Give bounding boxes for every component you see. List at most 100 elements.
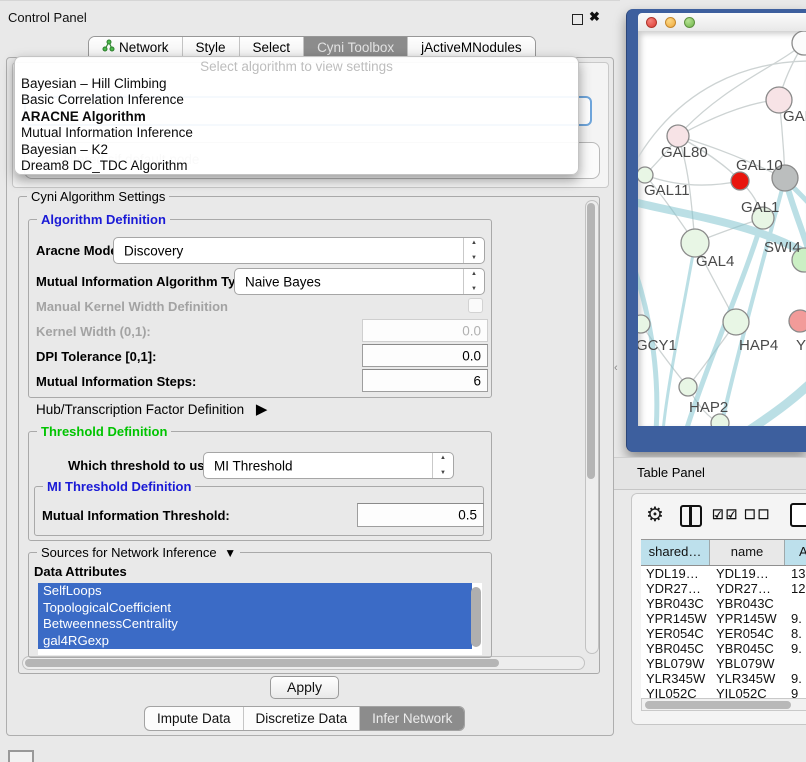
settings-horizontal-scrollbar-thumb[interactable]: [25, 659, 499, 667]
expand-right-arrow-icon[interactable]: ▶: [256, 401, 268, 418]
kernel-width-label: Kernel Width (0,1):: [36, 324, 151, 339]
settings-vertical-scrollbar[interactable]: [585, 200, 599, 654]
cell-shared: YPR145W: [646, 611, 714, 626]
collapse-down-arrow-icon[interactable]: ▼: [224, 546, 236, 560]
label-gcy1: GCY1: [638, 337, 677, 354]
dropdown-item-bayesian-k2[interactable]: Bayesian – K2: [21, 142, 108, 158]
mi-threshold-field[interactable]: 0.5: [357, 503, 484, 527]
close-icon[interactable]: ✖: [589, 9, 600, 25]
table-row[interactable]: YBR043CYBR043C: [641, 596, 806, 611]
node-gcy1[interactable]: [638, 315, 650, 333]
algorithm-definition-title: Algorithm Definition: [37, 212, 170, 227]
window-zoom-icon[interactable]: [684, 17, 695, 28]
node-right-pink[interactable]: [789, 310, 806, 332]
float-panel-icon[interactable]: [572, 14, 583, 25]
cell-value: 12: [791, 581, 806, 596]
sources-title-text: Sources for Network Inference: [41, 545, 217, 560]
tab-discretize-data[interactable]: Discretize Data: [243, 707, 360, 730]
panel-title: Control Panel: [8, 10, 87, 25]
mi-threshold-group-title: MI Threshold Definition: [43, 479, 195, 494]
cell-shared: YBR043C: [646, 596, 714, 611]
table-row[interactable]: YER054CYER054C8.: [641, 626, 806, 641]
dropdown-item-aracne[interactable]: ARACNE Algorithm: [21, 109, 146, 125]
cell-name: YPR145W: [716, 611, 788, 626]
dropdown-item-bayesian-hill-climbing[interactable]: Bayesian – Hill Climbing: [21, 76, 167, 92]
mi-steps-field[interactable]: 6: [362, 369, 488, 392]
algorithm-dropdown-list: Select algorithm to view settings Bayesi…: [14, 56, 579, 175]
which-threshold-label: Which threshold to use:: [68, 458, 216, 473]
label-gal80: GAL80: [661, 144, 708, 161]
table-row[interactable]: YDR27…YDR27…12: [641, 581, 806, 596]
window-minimize-icon[interactable]: [665, 17, 676, 28]
data-attributes-list[interactable]: SelfLoops TopologicalCoefficient Between…: [38, 583, 482, 655]
cell-value: 8.: [791, 626, 806, 641]
dropdown-item-basic-correlation[interactable]: Basic Correlation Inference: [21, 92, 184, 108]
threshold-definition-title: Threshold Definition: [37, 424, 171, 439]
new-table-icon[interactable]: [790, 503, 806, 527]
table-horizontal-scrollbar[interactable]: [641, 698, 806, 711]
aracne-mode-value: Discovery: [124, 243, 183, 258]
network-window-titlebar[interactable]: [638, 13, 806, 31]
window-close-icon[interactable]: [646, 17, 657, 28]
cell-name: YDR27…: [716, 581, 788, 596]
settings-group-title: Cyni Algorithm Settings: [27, 189, 169, 204]
settings-horizontal-scrollbar[interactable]: [22, 656, 585, 670]
aracne-mode-combobox[interactable]: Discovery: [113, 237, 485, 264]
sources-group-title: Sources for Network Inference ▼: [37, 545, 240, 560]
list-item-selfloops[interactable]: SelfLoops: [38, 583, 472, 600]
column-header-shared-name[interactable]: shared…: [641, 540, 710, 565]
table-panel-header: Table Panel: [614, 457, 806, 490]
splitter-collapse-icon[interactable]: ‹: [614, 362, 618, 374]
kernel-width-value: 0.0: [462, 323, 481, 338]
docked-panel-icon[interactable]: [8, 750, 34, 762]
manual-kernel-label: Manual Kernel Width Definition: [36, 299, 228, 314]
settings-vertical-scrollbar-thumb[interactable]: [587, 203, 595, 479]
table-row[interactable]: YBL079WYBL079W: [641, 656, 806, 671]
column-header-clipped[interactable]: A: [785, 540, 806, 565]
attributes-list-scrollbar-thumb[interactable]: [471, 587, 481, 647]
dpi-tolerance-field[interactable]: 0.0: [362, 344, 488, 367]
stepper-icon: [463, 238, 484, 263]
stepper-icon: [432, 453, 453, 478]
network-canvas[interactable]: GAL GAL80 GAL10 GAL11 GAL1 SWI4 GAL4 GCY…: [638, 31, 806, 426]
list-item-gal4rgexp[interactable]: gal4RGexp: [38, 633, 472, 650]
mi-threshold-value: 0.5: [458, 508, 477, 523]
table-row[interactable]: YDL19…YDL19…13: [641, 566, 806, 581]
manual-kernel-checkbox[interactable]: [468, 298, 483, 313]
table-horizontal-scrollbar-thumb[interactable]: [645, 701, 791, 709]
table-row[interactable]: YPR145WYPR145W9.: [641, 611, 806, 626]
deselect-all-icon[interactable]: ☐☐: [744, 507, 771, 523]
table-row[interactable]: YLR345WYLR345W9.: [641, 671, 806, 686]
label-hap2: HAP2: [689, 399, 728, 416]
label-gal11: GAL11: [644, 182, 690, 199]
control-panel-titlebar: Control Panel ✖: [0, 0, 620, 33]
hub-definition-toggle[interactable]: Hub/Transcription Factor Definition ▶: [36, 400, 267, 418]
show-columns-icon[interactable]: [680, 505, 702, 527]
dpi-tolerance-value: 0.0: [462, 348, 481, 363]
tab-impute-data[interactable]: Impute Data: [145, 707, 243, 730]
list-item-topologicalcoefficient[interactable]: TopologicalCoefficient: [38, 600, 472, 617]
dropdown-item-mutual-information[interactable]: Mutual Information Inference: [21, 125, 193, 141]
cell-value: 13: [791, 566, 806, 581]
table-row[interactable]: YBR045CYBR045C9.: [641, 641, 806, 656]
cell-value: 9.: [791, 641, 806, 656]
select-all-icon[interactable]: ☑☑: [712, 507, 739, 523]
node-hap2[interactable]: [679, 378, 697, 396]
column-header-name[interactable]: name: [710, 540, 785, 565]
mi-type-combobox[interactable]: Naive Bayes: [234, 268, 485, 295]
apply-button[interactable]: Apply: [270, 676, 339, 699]
which-threshold-value: MI Threshold: [214, 458, 293, 473]
node-gal11[interactable]: [638, 167, 653, 183]
list-item-betweennesscentrality[interactable]: BetweennessCentrality: [38, 616, 472, 633]
node-hap4[interactable]: [723, 309, 749, 335]
node-top-right[interactable]: [792, 31, 806, 55]
node-red[interactable]: [731, 172, 749, 190]
gear-icon[interactable]: ⚙: [646, 502, 664, 527]
which-threshold-combobox[interactable]: MI Threshold: [203, 452, 454, 479]
dropdown-item-dream8[interactable]: Dream8 DC_TDC Algorithm: [21, 158, 188, 174]
cell-name: YBR045C: [716, 641, 788, 656]
label-gal10: GAL10: [736, 157, 783, 174]
cell-shared: YDL19…: [646, 566, 714, 581]
tab-infer-network[interactable]: Infer Network: [359, 707, 464, 730]
cell-value: 9.: [791, 671, 806, 686]
